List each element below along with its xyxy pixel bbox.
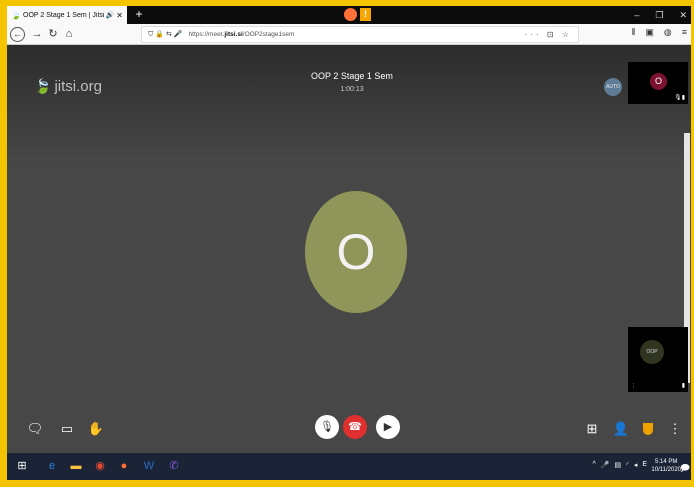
url-prefix: https://meet. — [188, 31, 225, 38]
meeting-stage: 🍃 jitsi.org OOP 2 Stage 1 Sem 1:00:13 AU… — [7, 45, 691, 453]
site-info-icon[interactable]: ⛉🔒⇆🎤 — [148, 30, 185, 39]
home-icon[interactable]: ⌂ — [61, 26, 77, 42]
connection-indicator-icon[interactable]: ⋮ — [631, 383, 636, 389]
chat-icon[interactable]: 🗨 — [26, 420, 44, 438]
meeting-duration: 1:00:13 — [340, 86, 364, 93]
mic-muted-icon[interactable]: 🎙 — [315, 415, 339, 439]
muted-indicator-icon: 🎙▮ — [674, 95, 685, 101]
invite-icon[interactable]: 👤 — [612, 420, 630, 438]
firefox-icon — [344, 8, 357, 21]
tray-wifi-icon[interactable]: ◜ — [626, 461, 629, 469]
camera-off-icon[interactable]: ▶ — [376, 415, 400, 439]
browser-navbar: ← → ↻ ⌂ ⛉🔒⇆🎤 https://meet. jitsi.si /OOP… — [7, 24, 691, 45]
screenshare-icon[interactable]: ▭ — [58, 420, 76, 438]
window-controls: – ❐ ✕ — [634, 6, 687, 24]
clock-date: 10/11/2020 — [651, 467, 681, 473]
minimize-icon[interactable]: – — [634, 10, 639, 20]
warning-badge: ! — [360, 8, 371, 21]
filmstrip-thumbnail-local[interactable]: OOP ⋮ ▮ — [628, 327, 688, 392]
system-tray: ^ 🎤 ▤ ◜ ◂ E — [592, 461, 647, 469]
library-icon[interactable]: ⫴ — [632, 27, 636, 38]
windows-start-icon[interactable]: ⊞ — [15, 459, 29, 473]
edge-icon[interactable]: e — [45, 459, 59, 473]
hangup-icon[interactable]: ☎ — [343, 415, 367, 439]
clock-time: 5:14 PM — [655, 459, 678, 465]
notifications-icon[interactable]: 🗩 — [680, 461, 690, 477]
video-quality-badge[interactable]: AUTO — [604, 78, 622, 96]
tab-close-icon[interactable]: ✕ — [116, 11, 123, 20]
url-domain: jitsi.si — [224, 31, 243, 38]
participant-avatar: O — [650, 73, 667, 90]
maximize-icon[interactable]: ❐ — [655, 10, 663, 21]
window-close-icon[interactable]: ✕ — [679, 10, 687, 21]
page-actions-icon[interactable]: ··· ⊡ ☆ — [525, 30, 572, 39]
jitsi-leaf-icon: 🍃 — [34, 78, 52, 94]
browser-right-icons: ⫴ ▣ ◍ ≡ — [632, 27, 687, 38]
tray-mic-icon[interactable]: 🎤 — [601, 461, 610, 469]
account-icon[interactable]: ◍ — [664, 27, 672, 38]
taskbar-clock[interactable]: 5:14 PM 10/11/2020 — [651, 458, 681, 474]
meeting-toolbar: 🗨 ▭ ✋ 🎙 ☎ ▶ ⊞ 👤 ⋮ — [7, 408, 691, 453]
tray-language[interactable]: E — [642, 461, 647, 469]
back-icon[interactable]: ← — [10, 27, 25, 42]
tile-view-icon[interactable]: ⊞ — [583, 420, 601, 438]
local-avatar: OOP — [640, 340, 664, 364]
filmstrip-thumbnail-remote[interactable]: O 🎙▮ — [628, 62, 688, 104]
url-path: /OOP2stage1sem — [242, 31, 295, 38]
audio-playing-icon[interactable]: 🔊 — [106, 11, 115, 19]
tray-volume-icon[interactable]: ◂ — [634, 461, 638, 469]
tab-meeting[interactable]: 🍃 OOP 2 Stage 1 Sem | Jitsi Me 🔊 ✕ — [7, 6, 127, 24]
tab-title: OOP 2 Stage 1 Sem | Jitsi Me — [23, 11, 106, 19]
jitsi-logo[interactable]: 🍃 jitsi.org — [34, 78, 102, 95]
menu-icon[interactable]: ≡ — [682, 27, 687, 38]
word-icon[interactable]: W — [142, 459, 156, 473]
windows-taskbar: ⊞ e ▬ ◉ ● W ✆ ^ 🎤 ▤ ◜ ◂ E 5:14 PM 10/11/… — [7, 453, 691, 480]
jitsi-favicon-icon: 🍃 — [11, 10, 21, 20]
more-icon[interactable]: ⋮ — [666, 420, 684, 438]
browser-tabbar: 🍃 OOP 2 Stage 1 Sem | Jitsi Me 🔊 ✕ + ! –… — [7, 6, 691, 24]
large-avatar: O — [305, 191, 407, 313]
viber-icon[interactable]: ✆ — [167, 459, 181, 473]
file-explorer-icon[interactable]: ▬ — [69, 459, 83, 473]
meeting-title: OOP 2 Stage 1 Sem — [311, 71, 393, 81]
security-icon[interactable] — [643, 423, 653, 435]
url-bar[interactable]: ⛉🔒⇆🎤 https://meet. jitsi.si /OOP2stage1s… — [141, 26, 579, 43]
camera-off-indicator-icon: ▮ — [681, 383, 685, 389]
forward-icon[interactable]: → — [29, 26, 45, 42]
tray-network-icon[interactable]: ▤ — [614, 461, 621, 469]
firefox-taskbar-icon[interactable]: ● — [117, 459, 131, 473]
logo-text: jitsi.org — [54, 78, 102, 95]
new-tab-button[interactable]: + — [132, 7, 146, 21]
sidebar-icon[interactable]: ▣ — [645, 27, 654, 38]
reload-icon[interactable]: ↻ — [45, 26, 61, 42]
raise-hand-icon[interactable]: ✋ — [87, 420, 105, 438]
tray-overflow-icon[interactable]: ^ — [592, 461, 595, 469]
chrome-icon[interactable]: ◉ — [93, 459, 107, 473]
screen: 🍃 OOP 2 Stage 1 Sem | Jitsi Me 🔊 ✕ + ! –… — [7, 6, 691, 480]
